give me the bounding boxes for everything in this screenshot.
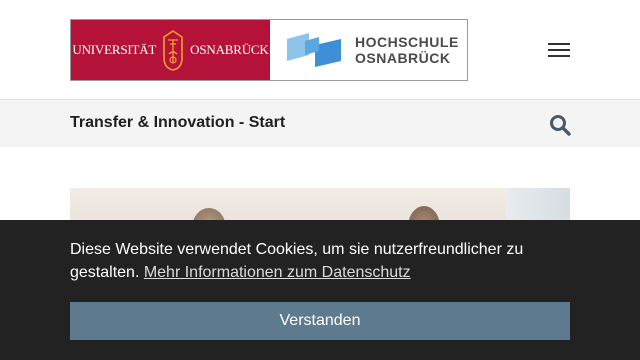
hamburger-icon-bar [548,55,570,57]
cookie-banner: Diese Website verwendet Cookies, um sie … [0,220,640,360]
university-seal-icon [163,30,183,71]
site-header: UNIVERSITÄT OSNABRÜCK HOCHSCHULE OSNABRÜ… [0,0,640,100]
hamburger-icon-bar [548,49,570,51]
hochschule-mark-icon [287,33,341,67]
logo-hs-line1: HOCHSCHULE [355,34,459,50]
search-icon[interactable] [548,113,572,137]
navigation-bar: Transfer & Innovation - Start [0,100,640,147]
university-logo[interactable]: UNIVERSITÄT OSNABRÜCK [71,20,270,80]
privacy-link[interactable]: Mehr Informationen zum Datenschutz [144,264,411,281]
accept-cookies-button[interactable]: Verstanden [70,302,570,340]
logo-hs-line2: OSNABRÜCK [355,50,451,66]
hamburger-icon [548,43,570,45]
cookie-message-block: Diese Website verwendet Cookies, um sie … [70,238,570,284]
hochschule-logo[interactable]: HOCHSCHULE OSNABRÜCK [270,20,467,80]
logo-uni-text-1: UNIVERSITÄT [72,42,157,57]
logo-uni-text-2: OSNABRÜCK [190,42,269,57]
menu-button[interactable] [546,40,572,60]
partner-logos[interactable]: UNIVERSITÄT OSNABRÜCK HOCHSCHULE OSNABRÜ… [70,19,468,81]
page-title[interactable]: Transfer & Innovation - Start [70,114,285,132]
